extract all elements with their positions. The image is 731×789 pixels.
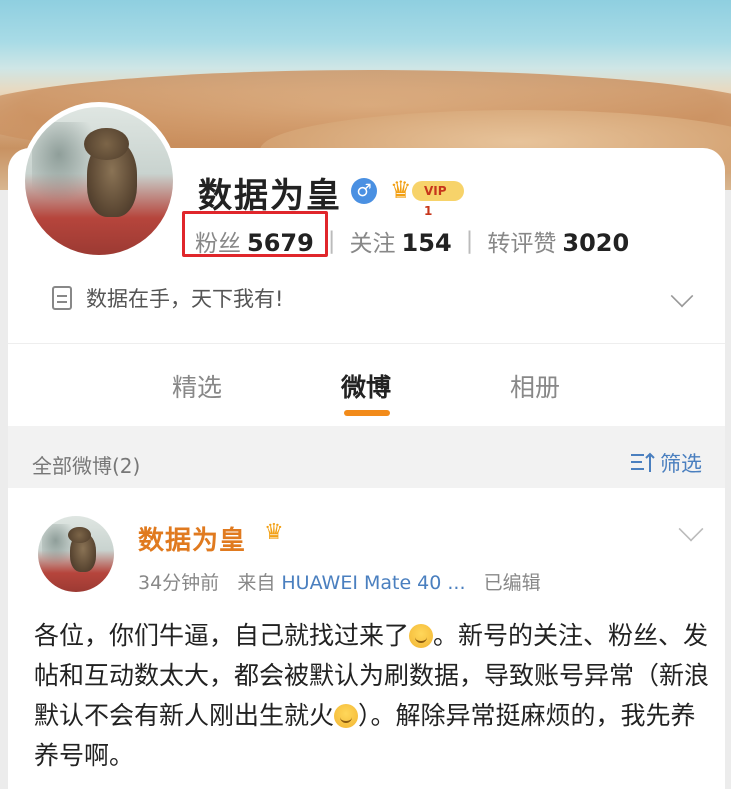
filter-label: 筛选: [660, 452, 702, 476]
vip-badge[interactable]: ♛ VIP 1: [390, 176, 464, 218]
divider: |: [327, 228, 336, 254]
profile-avatar[interactable]: [20, 102, 178, 260]
profile-username: 数据为皇: [198, 176, 342, 216]
post-card: 数据为皇 ♛ 34分钟前 来自 HUAWEI Mate 40 ... 已编辑 各…: [8, 488, 725, 789]
stat-label: 关注: [349, 231, 396, 257]
post-time: 34分钟前: [138, 572, 220, 594]
filter-button[interactable]: 筛选: [630, 448, 702, 478]
document-icon: [52, 286, 72, 310]
tab-weibo[interactable]: 微博: [341, 368, 391, 404]
post-edited-label: 已编辑: [483, 572, 541, 594]
avatar-owl-head: [84, 127, 129, 161]
tab-album[interactable]: 相册: [510, 368, 560, 404]
post-source-prefix: 来自: [237, 572, 276, 594]
post-author-name[interactable]: 数据为皇: [138, 520, 246, 557]
active-tab-indicator: [344, 410, 390, 416]
stat-value: 3020: [562, 229, 630, 257]
gender-male-icon: ♂: [351, 178, 377, 204]
filter-icon: [631, 452, 655, 472]
crown-icon: ♛: [264, 520, 284, 545]
sweat-smile-emoji-icon: [409, 624, 434, 648]
tab-featured[interactable]: 精选: [172, 368, 222, 404]
post-device[interactable]: HUAWEI Mate 40 ...: [281, 572, 465, 594]
post-count-label: 全部微博(2): [32, 454, 141, 478]
profile-bio: 数据在手，天下我有!: [52, 283, 283, 313]
post-meta: 34分钟前 来自 HUAWEI Mate 40 ... 已编辑: [138, 568, 541, 595]
post-text: 各位，你们牛逼，自己就找过来了: [34, 621, 410, 650]
stat-value: 154: [401, 229, 452, 257]
divider: |: [465, 228, 474, 254]
stat-interactions[interactable]: 转评赞 3020: [487, 224, 629, 258]
highlight-annotation-box: [182, 211, 328, 257]
post-body: 各位，你们牛逼，自己就找过来了 。新号的关注、粉丝、发帖和互动数太大，都会被默认为…: [34, 616, 714, 776]
avatar-image: [25, 107, 173, 255]
filter-bar: 全部微博(2) 筛选: [8, 426, 725, 488]
laugh-cry-emoji-icon: [334, 704, 359, 728]
chevron-down-icon[interactable]: [678, 516, 704, 542]
post-author-avatar[interactable]: [38, 516, 114, 592]
stat-label: 转评赞: [487, 231, 557, 257]
vip-level-label: VIP 1: [412, 181, 464, 218]
stat-following[interactable]: 关注 154: [350, 224, 452, 258]
bio-text: 数据在手，天下我有!: [86, 287, 284, 311]
